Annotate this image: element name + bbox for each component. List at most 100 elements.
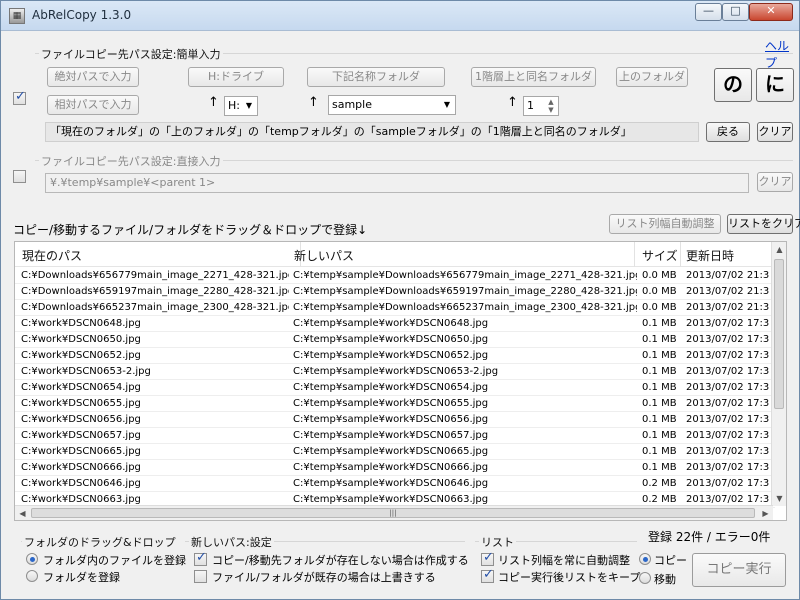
vertical-scroll-thumb[interactable] xyxy=(774,259,784,409)
direct-clear-button[interactable]: クリア xyxy=(757,172,793,192)
current-path-cell: C:¥work¥DSCN0666.jpg xyxy=(21,462,141,473)
table-row[interactable]: C:¥work¥DSCN0653-2.jpg C:¥temp¥sample¥wor… xyxy=(15,364,775,380)
scroll-up-icon[interactable]: ▲ xyxy=(773,243,786,256)
overwrite-checkbox[interactable] xyxy=(194,570,207,583)
vertical-scrollbar[interactable]: ▲ ▼ xyxy=(771,242,786,506)
current-path-cell: C:¥work¥DSCN0665.jpg xyxy=(21,446,141,457)
size-cell: 0.2 MB xyxy=(642,478,677,489)
modified-cell: 2013/07/02 17:3 xyxy=(686,366,770,377)
direct-input-group-label: ファイルコピー先パス設定:直接入力 xyxy=(39,153,223,169)
keep-list-checkbox[interactable] xyxy=(481,567,494,583)
table-row[interactable]: C:¥work¥DSCN0665.jpg C:¥temp¥sample¥work¥… xyxy=(15,444,775,460)
absolute-path-button[interactable]: 絶対パスで入力 xyxy=(47,67,139,87)
auto-fit-checkbox[interactable] xyxy=(481,550,494,566)
column-divider[interactable] xyxy=(634,242,635,267)
spin-up-icon[interactable]: ▲ xyxy=(545,98,557,106)
new-path-cell: C:¥temp¥sample¥Downloads¥659197main_imag… xyxy=(293,286,637,297)
move-mode-radio[interactable] xyxy=(639,572,651,584)
col-current-path[interactable]: 現在のパス xyxy=(22,247,82,264)
new-path-cell: C:¥temp¥sample¥work¥DSCN0646.jpg xyxy=(293,478,489,489)
auto-fit-columns-button[interactable]: リスト列幅自動調整 xyxy=(609,214,721,234)
table-row[interactable]: C:¥work¥DSCN0654.jpg C:¥temp¥sample¥work¥… xyxy=(15,380,775,396)
create-folder-checkbox[interactable] xyxy=(194,550,207,566)
create-folder-label: コピー/移動先フォルダが存在しない場合は作成する xyxy=(212,554,469,567)
table-row[interactable]: C:¥work¥DSCN0648.jpg C:¥temp¥sample¥work¥… xyxy=(15,316,775,332)
named-folder-button[interactable]: 下記名称フォルダ xyxy=(307,67,445,87)
modified-cell: 2013/07/02 17:3 xyxy=(686,318,770,329)
column-divider[interactable] xyxy=(680,242,681,267)
spin-down-icon[interactable]: ▼ xyxy=(545,106,557,114)
table-row[interactable]: C:¥Downloads¥659197main_image_2280_428-3… xyxy=(15,284,775,300)
new-path-cell: C:¥temp¥sample¥work¥DSCN0653-2.jpg xyxy=(293,366,499,377)
main-window: ▦ AbRelCopy 1.3.0 — □ ✕ ヘルプ ファイルコピー先パス設定… xyxy=(0,0,800,600)
ni-button[interactable]: に xyxy=(756,68,794,102)
drag-drop-hint: コピー/移動するファイル/フォルダをドラッグ＆ドロップで登録↓ xyxy=(13,223,368,237)
folder-register-label: フォルダを登録 xyxy=(43,571,120,584)
file-list-header: 現在のパス 新しいパス サイズ 更新日時 xyxy=(15,242,775,267)
simple-clear-button[interactable]: クリア xyxy=(757,122,793,142)
table-row[interactable]: C:¥work¥DSCN0646.jpg C:¥temp¥sample¥work¥… xyxy=(15,476,775,492)
size-cell: 0.1 MB xyxy=(642,446,677,457)
drive-up-arrow-icon: ↑ xyxy=(208,95,219,110)
size-cell: 0.0 MB xyxy=(642,286,677,297)
direct-input-checkbox[interactable] xyxy=(13,170,26,183)
parent-folder-button[interactable]: 上のフォルダ xyxy=(616,67,688,87)
table-row[interactable]: C:¥work¥DSCN0652.jpg C:¥temp¥sample¥work¥… xyxy=(15,348,775,364)
no-button[interactable]: の xyxy=(714,68,752,102)
maximize-button[interactable]: □ xyxy=(722,3,749,21)
folder-up-arrow-icon: ↑ xyxy=(308,95,319,110)
col-modified[interactable]: 更新日時 xyxy=(686,247,734,264)
dropdown-arrow-icon: ▼ xyxy=(245,101,253,110)
help-link[interactable]: ヘルプ xyxy=(765,37,799,71)
level-spinner[interactable]: 1 ▲ ▼ xyxy=(523,96,559,116)
horizontal-scrollbar[interactable]: ◀ ||| ▶ xyxy=(15,505,773,520)
modified-cell: 2013/07/02 17:3 xyxy=(686,414,770,425)
folder-name-select[interactable]: sample ▼ xyxy=(328,95,456,115)
simple-input-checkbox[interactable] xyxy=(13,89,26,105)
maximize-icon: □ xyxy=(730,4,741,17)
back-button[interactable]: 戻る xyxy=(706,122,750,142)
same-name-folder-button[interactable]: 1階層上と同名フォルダ xyxy=(471,67,596,87)
drive-select[interactable]: H: ▼ xyxy=(224,96,258,116)
new-path-cell: C:¥temp¥sample¥work¥DSCN0652.jpg xyxy=(293,350,489,361)
modified-cell: 2013/07/02 17:3 xyxy=(686,382,770,393)
app-icon: ▦ xyxy=(9,8,25,24)
modified-cell: 2013/07/02 17:3 xyxy=(686,446,770,457)
direct-path-input[interactable]: ¥.¥temp¥sample¥<parent 1> xyxy=(45,173,749,193)
table-row[interactable]: C:¥work¥DSCN0657.jpg C:¥temp¥sample¥work¥… xyxy=(15,428,775,444)
horizontal-scroll-thumb[interactable]: ||| xyxy=(31,508,755,518)
copy-mode-label: コピー xyxy=(654,554,687,567)
modified-cell: 2013/07/02 17:3 xyxy=(686,462,770,473)
folder-dd-group-label: フォルダのドラッグ&ドロップ xyxy=(22,534,178,550)
new-path-cell: C:¥temp¥sample¥work¥DSCN0655.jpg xyxy=(293,398,489,409)
current-path-cell: C:¥work¥DSCN0650.jpg xyxy=(21,334,141,345)
table-row[interactable]: C:¥Downloads¥656779main_image_2271_428-3… xyxy=(15,268,775,284)
table-row[interactable]: C:¥work¥DSCN0666.jpg C:¥temp¥sample¥work¥… xyxy=(15,460,775,476)
execute-copy-button[interactable]: コピー実行 xyxy=(692,553,786,587)
drive-select-value: H: xyxy=(228,99,240,112)
registration-status: 登録 22件 / エラー0件 xyxy=(648,530,771,544)
folder-register-radio[interactable] xyxy=(26,570,38,582)
scroll-left-icon[interactable]: ◀ xyxy=(16,507,29,520)
file-list[interactable]: 現在のパス 新しいパス サイズ 更新日時 C:¥Downloads¥656779… xyxy=(14,241,787,521)
scroll-down-icon[interactable]: ▼ xyxy=(773,492,786,505)
table-row[interactable]: C:¥Downloads¥665237main_image_2300_428-3… xyxy=(15,300,775,316)
new-path-cell: C:¥temp¥sample¥work¥DSCN0665.jpg xyxy=(293,446,489,457)
col-new-path[interactable]: 新しいパス xyxy=(294,247,354,264)
table-row[interactable]: C:¥work¥DSCN0650.jpg C:¥temp¥sample¥work¥… xyxy=(15,332,775,348)
close-button[interactable]: ✕ xyxy=(749,3,793,21)
clear-list-button[interactable]: リストをクリア xyxy=(727,214,800,234)
new-path-cell: C:¥temp¥sample¥work¥DSCN0650.jpg xyxy=(293,334,489,345)
copy-mode-radio[interactable] xyxy=(639,553,651,565)
size-cell: 0.1 MB xyxy=(642,334,677,345)
minimize-button[interactable]: — xyxy=(695,3,722,21)
col-size[interactable]: サイズ xyxy=(642,247,678,264)
title-bar[interactable]: ▦ AbRelCopy 1.3.0 — □ ✕ xyxy=(1,1,799,31)
modified-cell: 2013/07/02 21:3 xyxy=(686,286,770,297)
relative-path-button[interactable]: 相対パスで入力 xyxy=(47,95,139,115)
table-row[interactable]: C:¥work¥DSCN0656.jpg C:¥temp¥sample¥work¥… xyxy=(15,412,775,428)
folder-files-radio[interactable] xyxy=(26,553,38,565)
scroll-right-icon[interactable]: ▶ xyxy=(759,507,772,520)
table-row[interactable]: C:¥work¥DSCN0655.jpg C:¥temp¥sample¥work¥… xyxy=(15,396,775,412)
h-drive-button[interactable]: H:ドライブ xyxy=(188,67,284,87)
